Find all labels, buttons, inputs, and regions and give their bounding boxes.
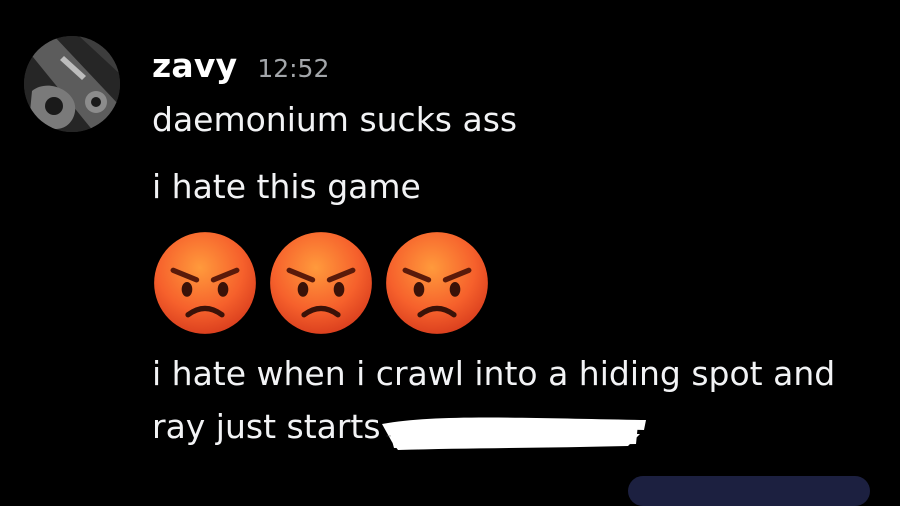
angry-face-emoji — [268, 230, 374, 336]
avatar[interactable] — [24, 36, 120, 132]
user-avatar-image — [24, 36, 120, 132]
message-line: ray just starts — [152, 407, 381, 446]
username[interactable]: zavy — [152, 46, 237, 85]
chat-screen: { "message": { "username": "zavy", "time… — [0, 0, 900, 506]
message-line: i hate this game — [152, 167, 421, 206]
redaction-scribble — [378, 404, 650, 460]
message-line: i hate when i crawl into a hiding spot a… — [152, 354, 836, 393]
emoji-message — [152, 230, 490, 336]
angry-face-emoji — [384, 230, 490, 336]
angry-face-emoji — [152, 230, 258, 336]
timestamp: 12:52 — [257, 54, 330, 83]
message-header: zavy 12:52 — [152, 46, 329, 85]
jump-to-present-bar[interactable] — [628, 476, 870, 506]
message-line: daemonium sucks ass — [152, 100, 518, 139]
